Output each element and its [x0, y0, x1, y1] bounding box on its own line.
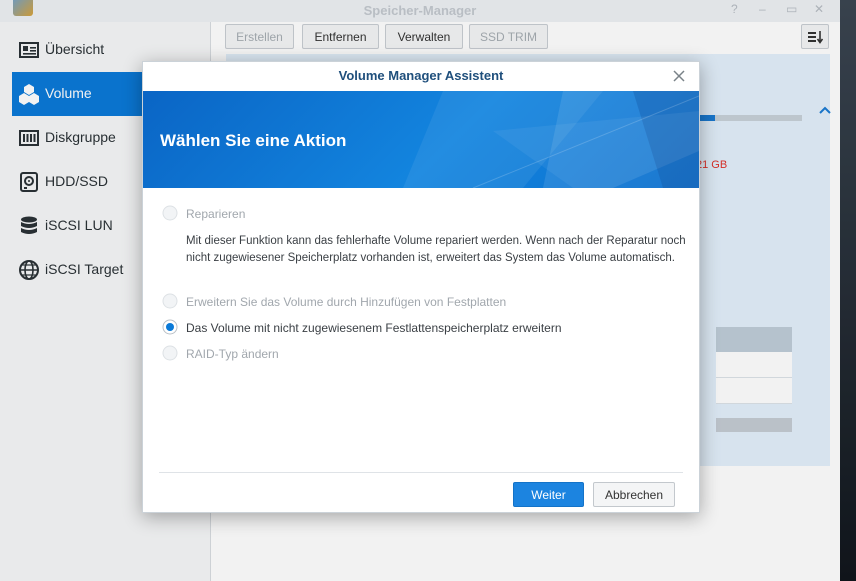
radio-repair[interactable]: [162, 205, 178, 221]
radio-change-raid[interactable]: [162, 345, 178, 361]
volume-manager-dialog: Volume Manager Assistent Wählen Sie eine…: [142, 61, 700, 513]
radio-expand-unallocated[interactable]: [162, 319, 178, 335]
next-button[interactable]: Weiter: [513, 482, 584, 507]
close-icon[interactable]: [671, 68, 687, 84]
dialog-title: Volume Manager Assistent: [338, 68, 504, 83]
radio-expand-add-disks[interactable]: [162, 293, 178, 309]
dialog-banner: Wählen Sie eine Aktion: [143, 91, 699, 188]
radio-label-change-raid: RAID-Typ ändern: [186, 347, 279, 361]
radio-label-expand-add-disks: Erweitern Sie das Volume durch Hinzufüge…: [186, 295, 507, 309]
banner-title: Wählen Sie eine Aktion: [160, 131, 347, 150]
option-description: Mit dieser Funktion kann das fehlerhafte…: [186, 235, 686, 264]
cancel-button[interactable]: Abbrechen: [593, 482, 675, 507]
footer-separator: [159, 472, 683, 473]
radio-label-repair: Reparieren: [186, 207, 246, 221]
radio-label-expand-unallocated: Das Volume mit nicht zugewiesenem Festla…: [186, 321, 562, 335]
